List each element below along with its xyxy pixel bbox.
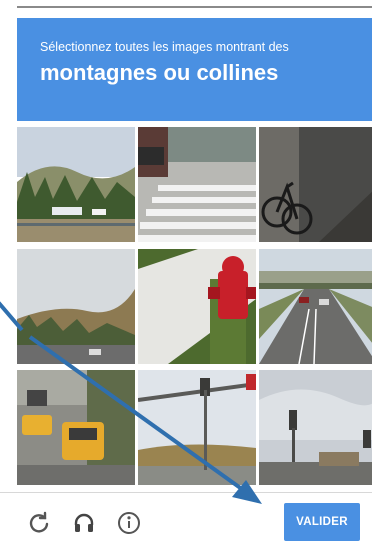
image-grid: [17, 127, 372, 492]
tile-3-image: [259, 127, 372, 242]
instruction-text: Sélectionnez toutes les images montrant …: [40, 40, 289, 54]
captcha-header: Sélectionnez toutes les images montrant …: [17, 18, 372, 121]
target-object-text: montagnes ou collines: [40, 60, 279, 85]
image-tile-3[interactable]: [259, 127, 372, 242]
tile-7-image: [17, 370, 135, 485]
image-tile-2[interactable]: [138, 127, 256, 242]
reload-icon[interactable]: [27, 511, 51, 535]
image-tile-6[interactable]: [259, 249, 372, 364]
verify-button[interactable]: VALIDER: [284, 503, 360, 541]
tile-4-image: [17, 249, 135, 364]
footer-divider: [0, 492, 372, 493]
image-tile-5[interactable]: [138, 249, 256, 364]
tile-2-image: [138, 127, 256, 242]
tile-6-image: [259, 249, 372, 364]
image-tile-9[interactable]: [259, 370, 372, 485]
tile-8-image: [138, 370, 256, 485]
image-tile-8[interactable]: [138, 370, 256, 485]
top-border-line: [17, 6, 372, 8]
image-tile-4[interactable]: [17, 249, 135, 364]
headphones-icon[interactable]: [72, 511, 96, 535]
image-tile-7[interactable]: [17, 370, 135, 485]
tile-9-image: [259, 370, 372, 485]
image-tile-1[interactable]: [17, 127, 135, 242]
tile-1-image: [17, 127, 135, 242]
tile-5-image: [138, 249, 256, 364]
info-icon[interactable]: [117, 511, 141, 535]
